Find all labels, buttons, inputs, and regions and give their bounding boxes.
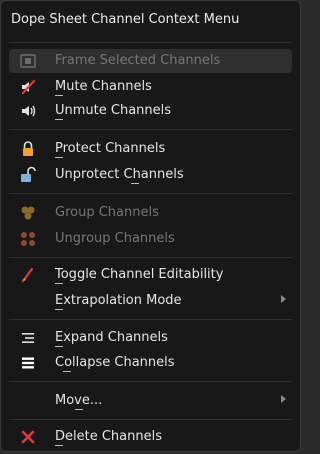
mnemonic-underline [63, 371, 71, 372]
menu-item-mute-channels[interactable]: Mute Channels [9, 75, 292, 99]
menu-item-label: Expand Channels [55, 330, 168, 345]
menu-item-frame-selected-channels[interactable]: Frame Selected Channels [9, 49, 292, 73]
separator [9, 129, 292, 130]
mnemonic-underline [55, 445, 63, 446]
mnemonic-underline [55, 157, 63, 158]
context-menu: Dope Sheet Channel Context Menu Frame Se… [0, 0, 301, 452]
lock-closed-icon [19, 140, 37, 158]
submenu-arrow-icon [281, 295, 286, 303]
menu-title: Dope Sheet Channel Context Menu [11, 12, 240, 27]
menu-item-label: Frame Selected Channels [55, 53, 221, 68]
menu-item-label: Ungroup Channels [55, 231, 175, 246]
collapse-icon [19, 354, 37, 372]
menu-item-label: Mute Channels [55, 79, 152, 94]
separator [9, 319, 292, 320]
menu-item-expand-channels[interactable]: Expand Channels [9, 326, 292, 350]
group-icon [19, 204, 37, 222]
menu-item-unmute-channels[interactable]: Unmute Channels [9, 99, 292, 123]
separator [9, 193, 292, 194]
menu-item-protect-channels[interactable]: Protect Channels [9, 137, 292, 161]
mnemonic-underline [131, 183, 139, 184]
mnemonic-underline [55, 346, 63, 347]
menu-item-collapse-channels[interactable]: Collapse Channels [9, 351, 292, 375]
mute-icon [19, 78, 37, 96]
menu-item-label: Protect Channels [55, 141, 166, 156]
menu-item-label: Group Channels [55, 205, 159, 220]
delete-x-icon [19, 428, 37, 446]
menu-item-label: Toggle Channel Editability [55, 267, 224, 282]
menu-item-move[interactable]: Move... [9, 389, 292, 413]
frame-selected-icon [19, 52, 37, 70]
edit-toggle-icon [19, 266, 37, 284]
separator [9, 42, 292, 43]
lock-open-icon [19, 166, 37, 184]
menu-item-extrapolation-mode[interactable]: Extrapolation Mode [9, 289, 292, 313]
menu-item-label: Unprotect Channels [55, 167, 184, 182]
menu-item-label: Collapse Channels [55, 355, 175, 370]
mnemonic-underline [55, 309, 63, 310]
menu-item-toggle-channel-editability[interactable]: Toggle Channel Editability [9, 263, 292, 287]
menu-item-label: Extrapolation Mode [55, 293, 182, 308]
menu-item-group-channels[interactable]: Group Channels [9, 201, 292, 225]
menu-item-label: Move... [55, 393, 103, 408]
mnemonic-underline [55, 283, 63, 284]
menu-item-unprotect-channels[interactable]: Unprotect Channels [9, 163, 292, 187]
mnemonic-underline [55, 119, 63, 120]
separator [9, 381, 292, 382]
expand-icon [19, 329, 37, 347]
separator [9, 419, 292, 420]
menu-item-delete-channels[interactable]: Delete Channels [9, 425, 292, 449]
submenu-arrow-icon [281, 395, 286, 403]
separator [9, 257, 292, 258]
unmute-icon [19, 102, 37, 120]
ungroup-icon [19, 230, 37, 248]
menu-item-ungroup-channels[interactable]: Ungroup Channels [9, 227, 292, 251]
mnemonic-underline [55, 95, 63, 96]
menu-item-label: Unmute Channels [55, 103, 172, 118]
mnemonic-underline [75, 409, 83, 410]
menu-item-label: Delete Channels [55, 429, 162, 444]
